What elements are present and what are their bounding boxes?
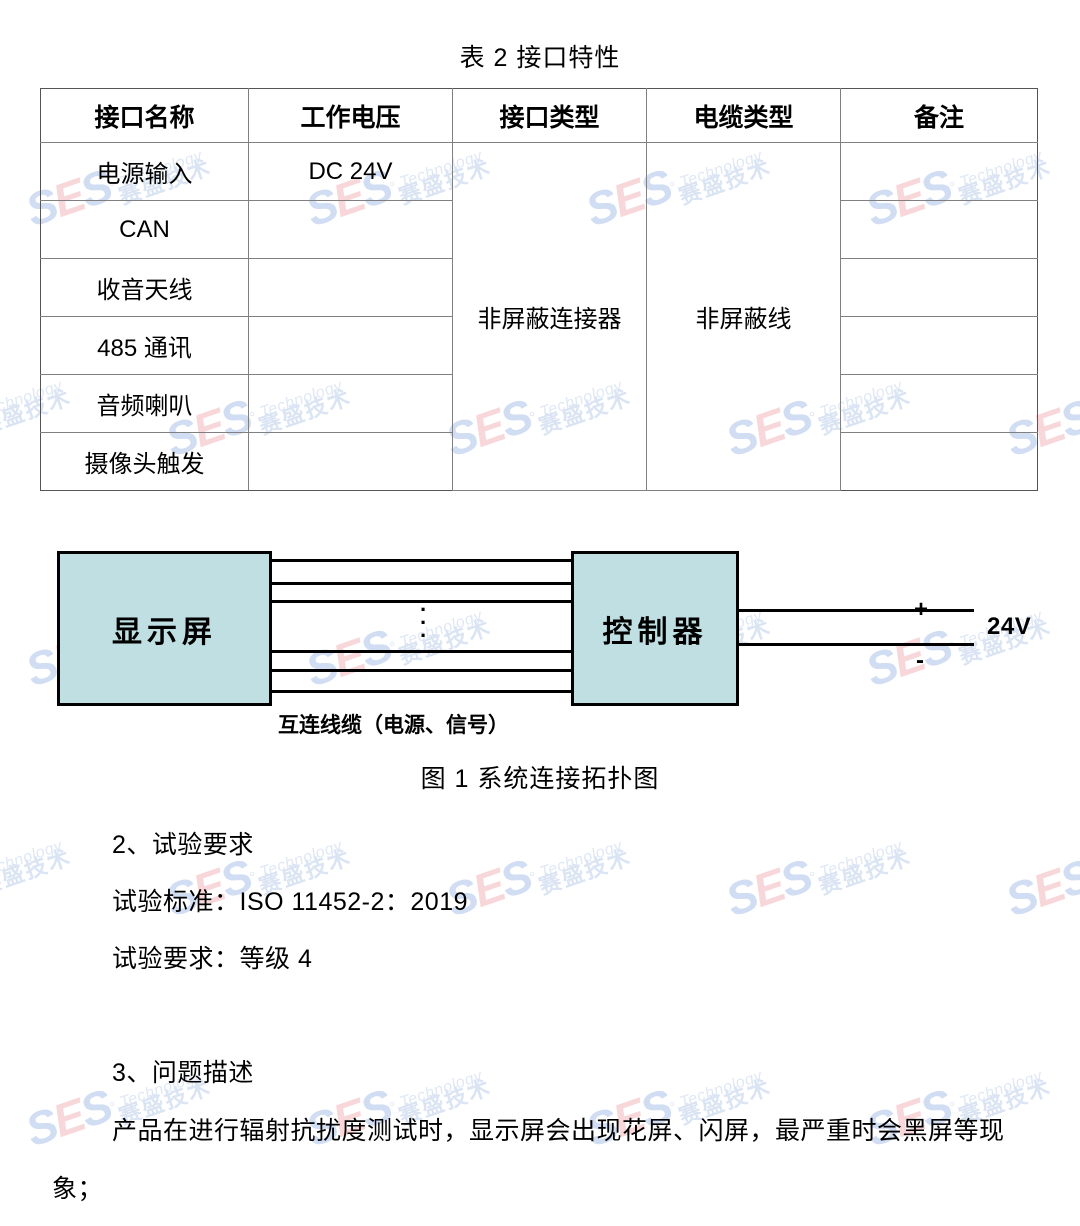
table-header: 接口名称 工作电压 接口类型 电缆类型 备注 — [40, 88, 1038, 143]
table-body: 电源输入 DC 24V 非屏蔽连接器 非屏蔽线 CAN 收音天线 485 通讯 — [40, 142, 1038, 491]
cell-working-voltage — [248, 374, 453, 433]
cell-remark — [840, 258, 1038, 317]
power-line — [739, 643, 974, 646]
text-problem-description: 产品在进行辐射抗扰度测试时，显示屏会出现花屏、闪屏，最严重时会黑屏等现象； — [52, 1117, 1005, 1203]
cell-remark — [840, 200, 1038, 259]
supply-voltage-label: 24V — [987, 613, 1032, 640]
controller-box: 控制器 — [571, 551, 739, 706]
cell-working-voltage — [248, 200, 453, 259]
document-content: 表 2 接口特性 接口名称 工作电压 接口类型 电缆类型 备注 电源输入 DC … — [0, 0, 1080, 1218]
display-screen-box: 显示屏 — [57, 551, 272, 706]
interface-table-wrapper: 接口名称 工作电压 接口类型 电缆类型 备注 电源输入 DC 24V 非屏蔽连接… — [0, 88, 1080, 491]
cell-interface-name: 摄像头触发 — [40, 432, 249, 491]
column-header-cable-type: 电缆类型 — [646, 88, 841, 143]
cable-ellipsis-icon: · · · — [420, 597, 428, 648]
cell-cable-type-merged: 非屏蔽线 — [646, 142, 841, 491]
cell-interface-type-merged: 非屏蔽连接器 — [452, 142, 647, 491]
figure-caption: 图 1 系统连接拓扑图 — [420, 765, 660, 793]
cell-remark — [840, 432, 1038, 491]
polarity-minus-label: - — [916, 647, 924, 674]
table-row: 电源输入 DC 24V 非屏蔽连接器 非屏蔽线 — [40, 142, 1038, 491]
cable-line — [272, 690, 571, 693]
column-header-interface-type: 接口类型 — [452, 88, 647, 143]
interface-characteristics-table: 接口名称 工作电压 接口类型 电缆类型 备注 电源输入 DC 24V 非屏蔽连接… — [40, 88, 1038, 491]
heading-problem-description: 3、问题描述 — [112, 1059, 254, 1087]
cell-interface-name: 电源输入 — [40, 142, 249, 201]
column-header-interface-name: 接口名称 — [40, 88, 249, 143]
cell-interface-name: 485 通讯 — [40, 316, 249, 375]
cell-remark — [840, 316, 1038, 375]
column-header-remark: 备注 — [840, 88, 1038, 143]
cell-interface-name: CAN — [40, 200, 249, 259]
table-header-row: 接口名称 工作电压 接口类型 电缆类型 备注 — [40, 88, 1038, 143]
system-topology-diagram: 显示屏 控制器 · · · 互连线缆（电源、信号） + - 24V — [0, 543, 1080, 753]
heading-test-requirements: 2、试验要求 — [112, 831, 254, 859]
column-header-working-voltage: 工作电压 — [248, 88, 453, 143]
cable-label: 互连线缆（电源、信号） — [278, 713, 509, 737]
cell-interface-name: 音频喇叭 — [40, 374, 249, 433]
cell-working-voltage — [248, 258, 453, 317]
cable-line — [272, 669, 571, 672]
cable-line — [272, 650, 571, 653]
polarity-plus-label: + — [914, 596, 929, 623]
cell-working-voltage: DC 24V — [248, 142, 453, 201]
text-test-standard: 试验标准：ISO 11452-2：2019 — [112, 888, 469, 916]
cable-line — [272, 582, 571, 585]
cell-remark — [840, 374, 1038, 433]
table-caption: 表 2 接口特性 — [459, 44, 621, 72]
power-line — [739, 609, 974, 612]
text-test-level: 试验要求：等级 4 — [112, 945, 313, 973]
cell-remark — [840, 142, 1038, 201]
cell-interface-name: 收音天线 — [40, 258, 249, 317]
cell-working-voltage — [248, 432, 453, 491]
cable-line — [272, 559, 571, 562]
body-text-block: 2、试验要求 试验标准：ISO 11452-2：2019 试验要求：等级 4 3… — [0, 795, 1080, 1218]
cell-working-voltage — [248, 316, 453, 375]
